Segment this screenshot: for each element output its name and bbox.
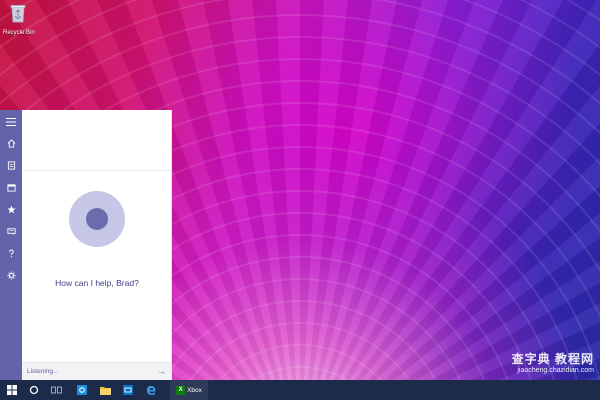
notebook-icon[interactable]	[3, 157, 19, 173]
task-view-icon	[50, 386, 62, 394]
windows-logo-icon	[7, 385, 17, 395]
arrow-right-icon[interactable]: →	[157, 366, 166, 376]
cortana-rail	[0, 110, 22, 380]
recycle-bin-label: Recycle Bin	[3, 30, 35, 36]
taskbar: X Xbox	[0, 380, 600, 400]
edge-icon	[146, 385, 155, 395]
cortana-panel: How can I help, Brad? Listening... →	[22, 110, 172, 380]
star-icon[interactable]	[3, 201, 19, 217]
taskbar-app-file-explorer[interactable]	[97, 380, 113, 400]
search-input[interactable]: Listening... →	[22, 362, 171, 380]
task-view-button[interactable]	[48, 380, 64, 400]
watermark-url: jiaocheng.chazidian.com	[517, 367, 594, 374]
taskbar-app-edge[interactable]	[143, 380, 159, 400]
cortana-prompt: How can I help, Brad?	[55, 278, 139, 288]
settings-icon[interactable]	[3, 267, 19, 283]
taskbar-app-store[interactable]	[74, 380, 90, 400]
file-explorer-icon	[99, 386, 111, 395]
panel-divider	[22, 170, 171, 171]
hamburger-menu-icon[interactable]	[3, 114, 19, 130]
home-icon[interactable]	[3, 135, 19, 151]
watermark: 查字典 教程网 jiaocheng.chazidian.com	[512, 350, 594, 374]
cortana-logo[interactable]	[69, 191, 125, 247]
search-cortana-button[interactable]	[26, 380, 42, 400]
taskbar-app-outlook[interactable]	[120, 380, 136, 400]
calendar-icon[interactable]	[3, 179, 19, 195]
feedback-icon[interactable]	[3, 223, 19, 239]
xbox-label: Xbox	[187, 386, 202, 394]
cortana-listening-dot	[86, 208, 108, 230]
desktop-icon-recycle-bin[interactable]: Recycle Bin	[3, 3, 35, 36]
watermark-main: 查字典 教程网	[511, 352, 594, 366]
listening-status: Listening...	[27, 368, 59, 375]
xbox-icon: X	[176, 385, 186, 395]
store-icon	[77, 385, 87, 395]
recycle-bin-icon	[10, 5, 26, 23]
search-cortana-icon	[29, 385, 39, 395]
taskbar-app-xbox[interactable]: X Xbox	[170, 380, 208, 400]
help-icon[interactable]	[3, 245, 19, 261]
start-button[interactable]	[4, 380, 20, 400]
outlook-icon	[123, 385, 133, 395]
